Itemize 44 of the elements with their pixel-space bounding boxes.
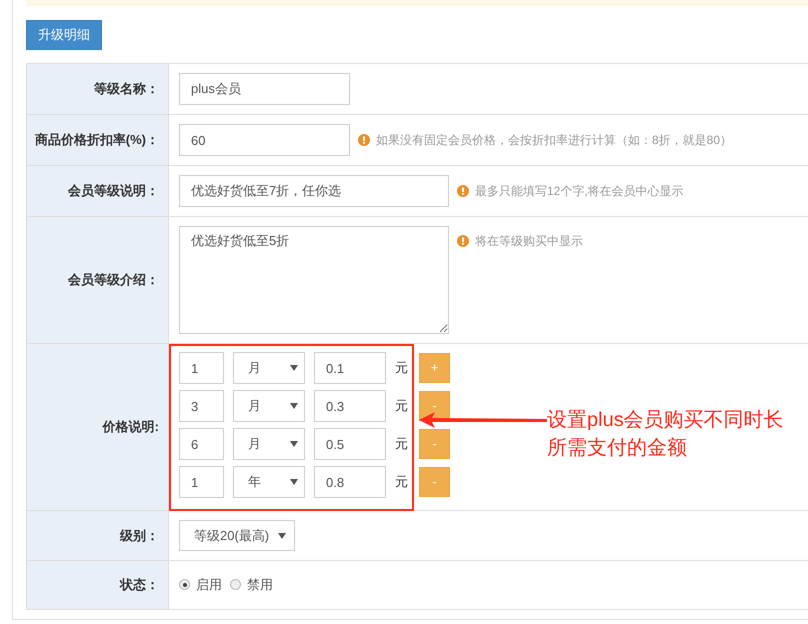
field-label: 状态： — [120, 576, 159, 594]
warning-icon — [457, 235, 469, 247]
status-radio[interactable]: 启用 — [179, 575, 222, 594]
field-label: 等级名称： — [94, 80, 159, 98]
price-field[interactable]: 0.5 — [314, 428, 386, 460]
warning-icon — [358, 134, 370, 146]
unit-select[interactable]: 月 — [233, 390, 305, 422]
price-field[interactable]: 0.8 — [314, 466, 386, 498]
price-field[interactable]: 0.1 — [314, 352, 386, 384]
status-radio[interactable]: 禁用 — [230, 575, 273, 594]
annotation-text: 设置plus会员购买不同时长 所需支付的金额 — [547, 408, 784, 461]
duration-field[interactable]: 1 — [179, 352, 224, 384]
unit-select[interactable]: 月 — [233, 352, 305, 384]
price-field[interactable]: 0.3 — [314, 390, 386, 422]
text-field[interactable]: 优选好货低至7折，任你选 — [179, 175, 449, 207]
field-label: 级别： — [120, 526, 159, 545]
unit-select[interactable]: 年 — [233, 466, 305, 498]
field-label: 商品价格折扣率(%)： — [34, 131, 159, 150]
text-field[interactable]: 60 — [179, 124, 350, 156]
duration-field[interactable]: 1 — [179, 466, 224, 498]
caret-icon — [290, 365, 298, 371]
duration-field[interactable]: 6 — [179, 428, 224, 460]
text-area[interactable]: 优选好货低至5折 — [179, 226, 449, 334]
hint-text: 最多只能填写12个字,将在会员中心显示 — [475, 183, 684, 200]
level-select[interactable]: 等级20(最高) — [179, 520, 295, 551]
field-label: 会员等级说明： — [68, 182, 159, 200]
text-field[interactable]: plus会员 — [179, 73, 350, 105]
warning-icon — [457, 185, 469, 197]
caret-icon — [290, 479, 298, 485]
arrow-icon — [419, 412, 547, 428]
caret-icon — [290, 441, 298, 447]
currency-label: 元 — [395, 397, 408, 416]
caret-icon — [278, 532, 286, 538]
caret-icon — [290, 403, 298, 409]
currency-label: 元 — [395, 435, 408, 454]
field-label: 会员等级介绍： — [68, 271, 159, 290]
upgrade-details-button[interactable]: 升级明细 — [26, 20, 102, 50]
currency-label: 元 — [395, 359, 408, 378]
hint-text: 将在等级购买中显示 — [475, 233, 583, 250]
field-label: 价格说明: — [102, 418, 159, 436]
duration-field[interactable]: 3 — [179, 390, 224, 422]
unit-select[interactable]: 月 — [233, 428, 305, 460]
hint-text: 如果没有固定会员价格，会按折扣率进行计算（如：8折，就是80） — [376, 132, 732, 149]
currency-label: 元 — [395, 473, 408, 492]
